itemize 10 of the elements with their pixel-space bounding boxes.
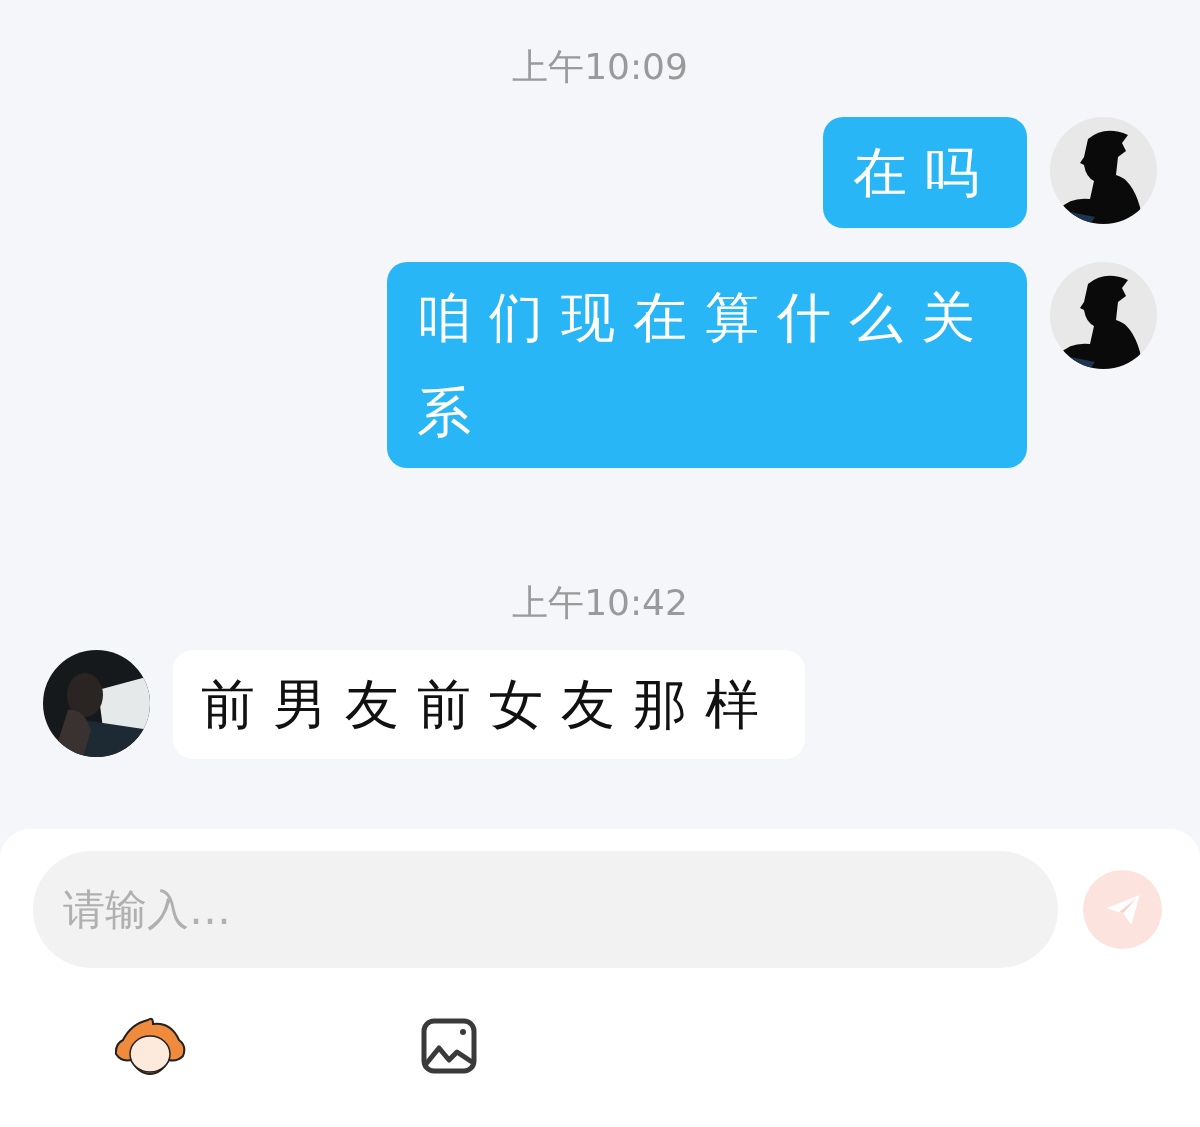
timestamp: 上午10:09 xyxy=(512,46,688,88)
message-bubble: 在吗 xyxy=(823,117,1027,228)
message-bubble: 前男友前女友那样 xyxy=(173,650,805,759)
image-button[interactable] xyxy=(421,1018,477,1074)
sticker-icon xyxy=(113,1016,187,1076)
message-input[interactable]: 请输入… xyxy=(33,851,1058,968)
message-bubble: 咱们现在算什么关系 xyxy=(387,262,1027,468)
timestamp: 上午10:42 xyxy=(512,582,688,624)
image-icon xyxy=(421,1018,477,1074)
sticker-button[interactable] xyxy=(113,1016,187,1076)
